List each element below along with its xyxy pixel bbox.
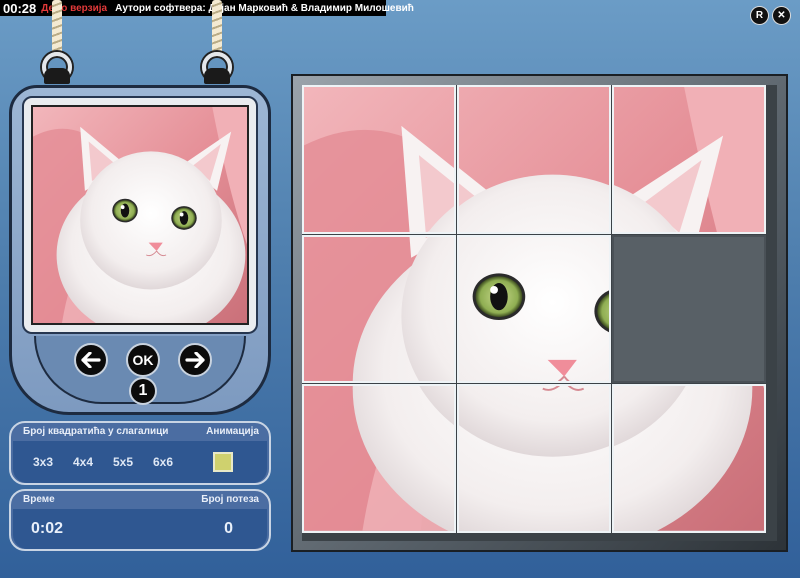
navigation-dock: OK 1 <box>34 336 246 405</box>
stats-panel: Време Број потеза 0:02 0 <box>9 489 271 551</box>
puzzle-tile[interactable] <box>457 384 611 533</box>
empty-slot <box>612 234 766 384</box>
size-panel-body: 3x3 4x4 5x5 6x6 <box>13 441 267 483</box>
arrow-left-icon <box>81 352 101 368</box>
restart-button[interactable]: R <box>751 7 768 24</box>
reference-image <box>31 105 249 325</box>
puzzle-tile[interactable] <box>457 234 611 384</box>
size-option-4x4[interactable]: 4x4 <box>73 455 113 469</box>
animation-toggle[interactable] <box>213 452 233 472</box>
preview-frame <box>22 96 258 334</box>
previous-picture-button[interactable] <box>74 343 108 377</box>
ok-button[interactable]: OK <box>126 343 160 377</box>
tile-image-icon <box>459 386 609 531</box>
close-button[interactable]: ✕ <box>773 7 790 24</box>
tile-image-icon <box>614 386 764 531</box>
cat-picture-icon <box>33 107 247 323</box>
left-rope <box>52 0 62 58</box>
stats-panel-header: Време Број потеза <box>11 491 269 507</box>
size-option-5x5[interactable]: 5x5 <box>113 455 153 469</box>
size-option-3x3[interactable]: 3x3 <box>33 455 73 469</box>
left-clip <box>44 68 70 84</box>
time-heading: Време <box>23 494 55 505</box>
puzzle-board-frame <box>291 74 788 552</box>
move-count-value: 0 <box>224 520 233 537</box>
puzzle-board <box>302 85 777 541</box>
picture-number-badge: 1 <box>129 377 157 405</box>
tile-image-icon <box>459 87 609 232</box>
size-option-6x6[interactable]: 6x6 <box>153 455 213 469</box>
puzzle-tile[interactable] <box>302 85 456 234</box>
size-panel-header: Број квадратића у слагалици Анимација <box>11 423 269 439</box>
puzzle-tile[interactable] <box>302 234 456 384</box>
stats-panel-body: 0:02 0 <box>13 509 267 549</box>
puzzle-tile[interactable] <box>457 85 611 234</box>
session-timer: 00:28 <box>3 0 37 16</box>
tile-image-icon <box>304 386 454 531</box>
tile-image-icon <box>304 236 454 382</box>
puzzle-tile[interactable] <box>302 384 456 533</box>
puzzle-size-panel: Број квадратића у слагалици Анимација 3x… <box>9 421 271 485</box>
puzzle-tile[interactable] <box>612 85 766 234</box>
moves-heading: Број потеза <box>201 494 259 505</box>
preview-device: OK 1 <box>9 85 271 415</box>
authors-credit: Аутори софтвера: Дејан Марковић & Владим… <box>115 2 414 14</box>
tile-image-icon <box>459 236 609 382</box>
puzzle-tile[interactable] <box>612 384 766 533</box>
tile-image-icon <box>304 87 454 232</box>
right-clip <box>204 68 230 84</box>
animation-heading: Анимација <box>206 426 259 437</box>
elapsed-time-value: 0:02 <box>31 520 64 537</box>
right-rope <box>212 0 222 58</box>
next-picture-button[interactable] <box>178 343 212 377</box>
size-heading: Број квадратића у слагалици <box>23 426 169 437</box>
tile-image-icon <box>614 87 764 232</box>
arrow-right-icon <box>185 352 205 368</box>
